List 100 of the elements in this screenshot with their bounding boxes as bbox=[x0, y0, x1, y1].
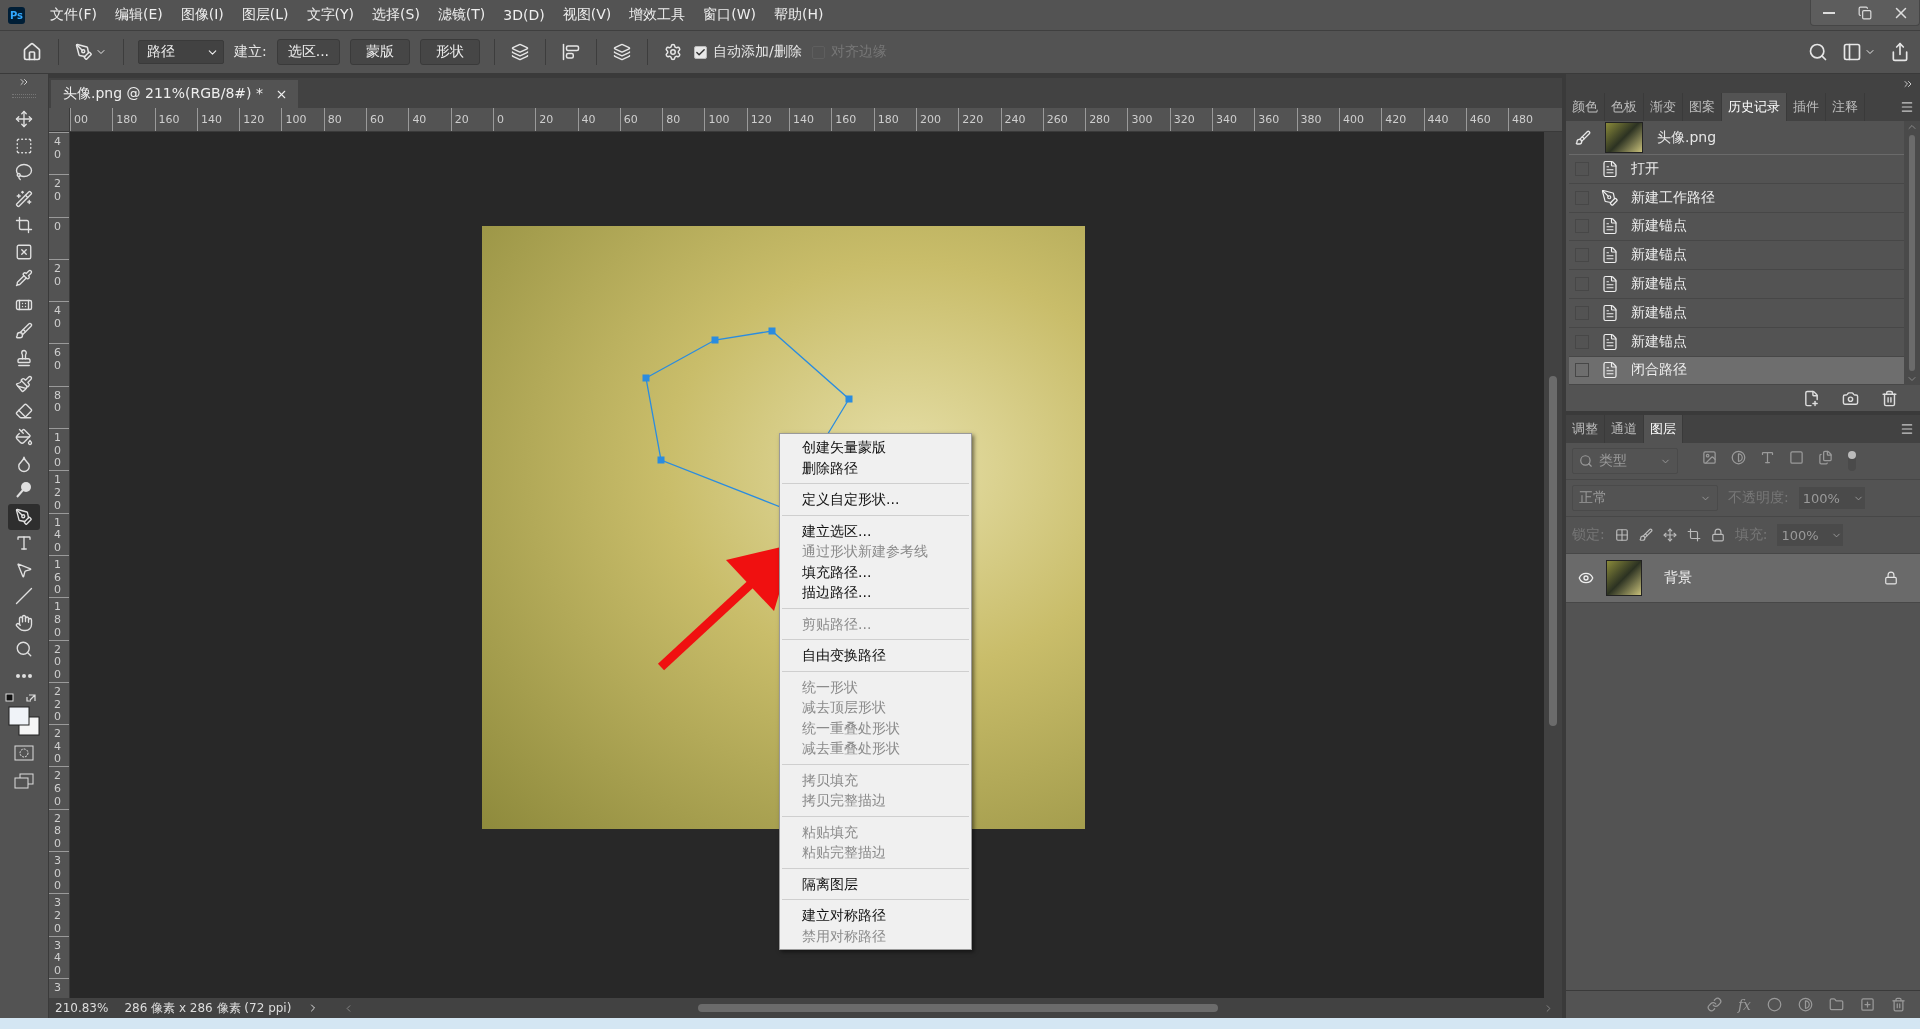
snapshot-name[interactable]: 头像.png bbox=[1657, 128, 1717, 147]
document-icon bbox=[1601, 275, 1619, 294]
move-icon[interactable] bbox=[1662, 528, 1677, 543]
link-icon[interactable] bbox=[1706, 997, 1722, 1012]
type-icon[interactable] bbox=[1760, 450, 1775, 466]
menu-icon[interactable] bbox=[1900, 422, 1914, 437]
context-menu-item[interactable]: 建立对称路径 bbox=[780, 905, 971, 926]
search-icon bbox=[1579, 454, 1593, 469]
camera-icon[interactable] bbox=[1842, 389, 1859, 407]
screen-mode-icon[interactable] bbox=[14, 773, 34, 789]
context-menu-item[interactable]: 删除路径 bbox=[780, 457, 971, 478]
menu-item[interactable]: 增效工具 bbox=[620, 6, 695, 24]
ruler-label: 120 bbox=[746, 108, 790, 131]
ruler-label: 20 bbox=[450, 108, 493, 131]
layer-row[interactable]: 背景 bbox=[1566, 554, 1920, 604]
ruler-label: 480 bbox=[1508, 108, 1551, 131]
document-tab[interactable]: 头像.png @ 211%(RGB/8#) * bbox=[51, 80, 298, 108]
make-button[interactable]: 蒙版 bbox=[350, 39, 411, 65]
document-info: 286 像素 x 286 像素 (72 ppi) bbox=[124, 999, 292, 1017]
frame-icon bbox=[15, 242, 33, 261]
ruler-label: 20 bbox=[54, 178, 61, 204]
trash-icon[interactable] bbox=[1881, 389, 1898, 407]
paintbrush-icon bbox=[15, 375, 33, 394]
auto-add-checkbox[interactable] bbox=[694, 45, 708, 59]
lollipop-icon bbox=[15, 481, 33, 500]
color-swatches-drawing[interactable] bbox=[5, 693, 43, 737]
checker-icon[interactable] bbox=[1614, 528, 1629, 543]
menu-item[interactable]: 选择(S) bbox=[363, 6, 429, 24]
folder-icon[interactable] bbox=[1829, 997, 1844, 1012]
path-mode-select[interactable]: 路径 bbox=[138, 40, 224, 64]
brush-icon[interactable] bbox=[1638, 528, 1653, 543]
ruler-label: 340 bbox=[1212, 108, 1255, 131]
option-label: 自动添加/删除 bbox=[713, 43, 802, 61]
menu-icon[interactable] bbox=[1900, 100, 1914, 114]
context-menu-item[interactable]: 填充路径... bbox=[780, 561, 971, 582]
history-step[interactable]: 新建锚点 bbox=[1569, 299, 1904, 328]
zoom-level: 210.83% bbox=[55, 1001, 109, 1015]
panel-tab[interactable]: 图层 bbox=[1644, 415, 1683, 444]
eyedropper-icon bbox=[15, 269, 33, 288]
ruler-label: 300 bbox=[54, 855, 61, 893]
menu-item[interactable]: 文字(Y) bbox=[297, 6, 364, 24]
history-step[interactable]: 打开 bbox=[1569, 155, 1904, 184]
history-step[interactable]: 新建工作路径 bbox=[1569, 183, 1904, 213]
document-icon bbox=[1601, 332, 1619, 351]
ruler-label: 280 bbox=[54, 812, 61, 851]
menu-item[interactable]: 窗口(W) bbox=[694, 6, 766, 24]
ruler-label: 00 bbox=[70, 108, 113, 131]
make-button[interactable]: 形状 bbox=[420, 39, 481, 65]
menu-item[interactable]: 编辑(E) bbox=[106, 6, 172, 24]
history-step[interactable]: 新建锚点 bbox=[1569, 241, 1904, 271]
context-menu-item[interactable]: 创建矢量蒙版 bbox=[780, 437, 971, 458]
tool-button[interactable] bbox=[8, 503, 40, 530]
quick-mask-icon[interactable] bbox=[14, 745, 34, 761]
history-step[interactable]: 闭合路径 bbox=[1569, 356, 1904, 386]
ruler-label: 0 bbox=[492, 108, 536, 131]
ruler-label: 80 bbox=[323, 108, 367, 131]
trash-icon[interactable] bbox=[1891, 997, 1906, 1012]
history-step[interactable]: 新建锚点 bbox=[1569, 270, 1904, 299]
menu-item[interactable]: 文件(F) bbox=[41, 6, 106, 24]
crop-icon[interactable] bbox=[1686, 528, 1701, 543]
context-menu-item[interactable]: 定义自定形状... bbox=[780, 489, 971, 510]
image-icon[interactable] bbox=[1702, 450, 1717, 466]
pen-icon bbox=[15, 507, 33, 526]
menu-item[interactable]: 图像(I) bbox=[171, 6, 233, 24]
ruler-label: 180 bbox=[54, 601, 61, 640]
mask-icon[interactable] bbox=[1767, 997, 1782, 1012]
context-menu-item[interactable]: 建立选区... bbox=[780, 520, 971, 541]
files-icon[interactable] bbox=[1818, 450, 1833, 466]
context-menu-item[interactable]: 自由变换路径 bbox=[780, 645, 971, 666]
menu-item[interactable]: 视图(V) bbox=[553, 6, 621, 24]
contrast-icon[interactable] bbox=[1731, 450, 1746, 466]
context-menu-item[interactable]: 隔离图层 bbox=[780, 873, 971, 894]
brush-icon[interactable] bbox=[1575, 129, 1591, 146]
ruler-label: 60 bbox=[54, 347, 61, 373]
ruler-label: 140 bbox=[196, 108, 240, 131]
line-icon bbox=[15, 587, 33, 606]
lock-icon[interactable] bbox=[1710, 528, 1725, 543]
hand-icon bbox=[15, 613, 33, 632]
history-step[interactable]: 新建锚点 bbox=[1569, 327, 1904, 357]
type-icon bbox=[15, 534, 33, 553]
ruler-label: 340 bbox=[54, 939, 61, 978]
history-step[interactable]: 新建锚点 bbox=[1569, 212, 1904, 242]
filter-toggle-icon[interactable] bbox=[1847, 450, 1857, 473]
restore-icon bbox=[1858, 5, 1872, 20]
document-icon bbox=[1601, 303, 1619, 322]
pointer-icon bbox=[15, 560, 33, 579]
make-button[interactable]: 选区... bbox=[276, 39, 341, 65]
ruler-label: 40 bbox=[54, 305, 61, 331]
panel-tab[interactable]: 历史记录 bbox=[1722, 93, 1787, 121]
menu-item[interactable]: 图层(L) bbox=[232, 6, 298, 24]
expand-icon[interactable] bbox=[18, 76, 30, 88]
menu-item[interactable]: 3D(D) bbox=[494, 7, 554, 23]
menu-item[interactable]: 帮助(H) bbox=[765, 6, 833, 24]
new-layer-icon[interactable] bbox=[1860, 997, 1875, 1012]
context-menu-item[interactable]: 描边路径... bbox=[780, 582, 971, 603]
menu-item[interactable]: 滤镜(T) bbox=[428, 6, 495, 24]
adjustment-icon[interactable] bbox=[1798, 997, 1813, 1012]
new-document-icon[interactable] bbox=[1803, 389, 1820, 407]
document-icon bbox=[1601, 159, 1619, 178]
ruler-label: 440 bbox=[1423, 108, 1466, 131]
